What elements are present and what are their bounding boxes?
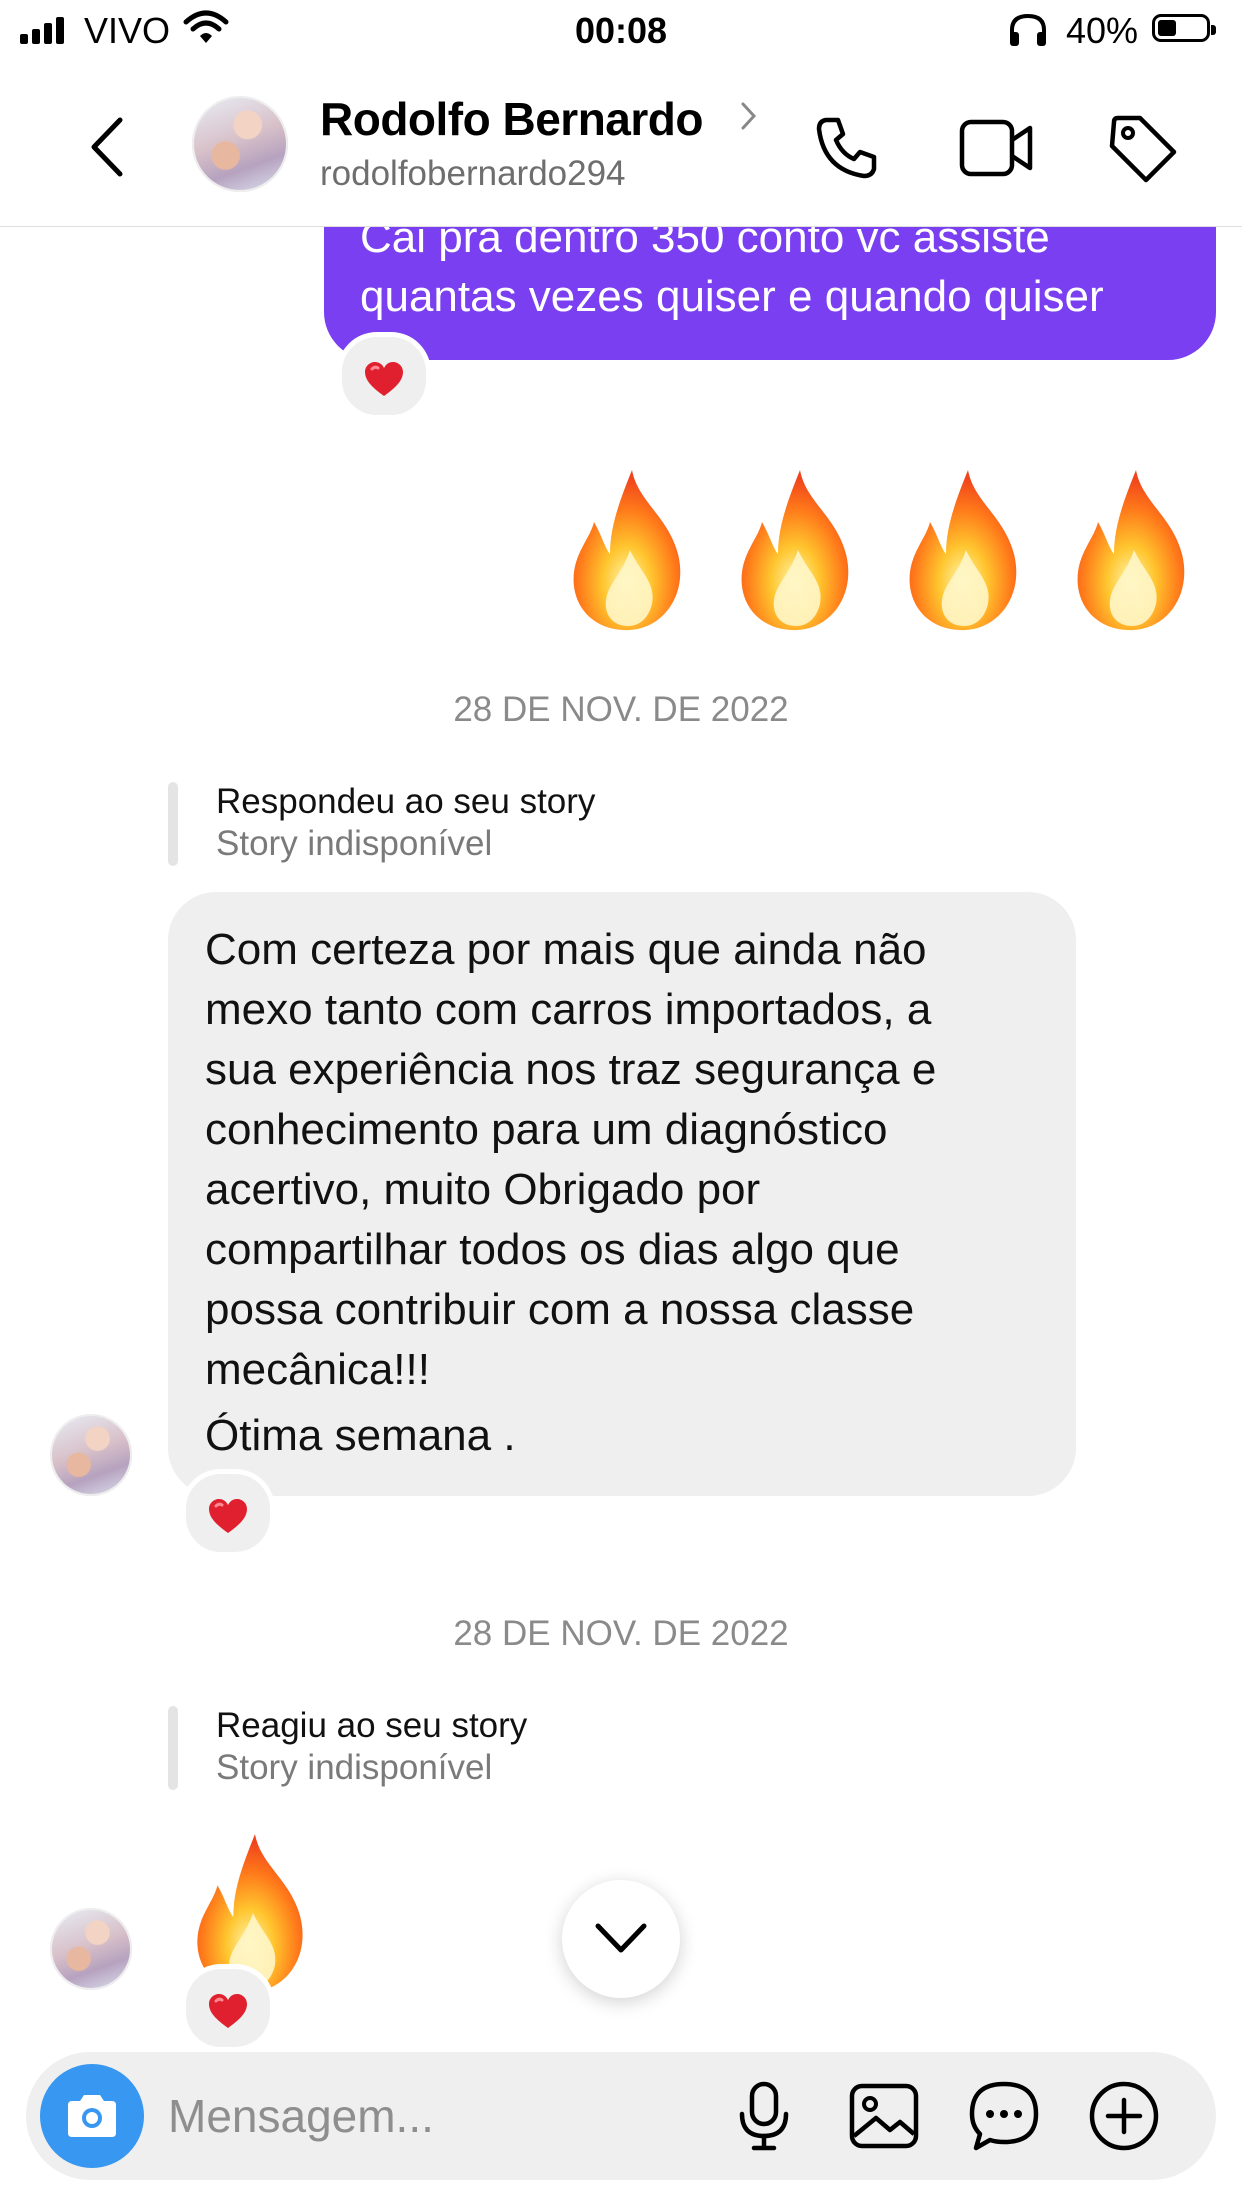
headphones-icon — [1010, 13, 1046, 46]
contact-avatar[interactable] — [192, 96, 288, 192]
fire-emoji — [741, 470, 849, 631]
message-line: compartilhar todos os dias algo que — [205, 1225, 900, 1274]
phone-icon[interactable] — [812, 112, 882, 182]
story-unavailable-label: Story indisponível — [216, 1748, 493, 1787]
plus-icon[interactable] — [1086, 2078, 1162, 2154]
camera-icon — [68, 2095, 116, 2137]
heart-reaction[interactable] — [181, 1469, 275, 1557]
message-line: Com certeza por mais que ainda não — [205, 925, 927, 974]
fire-emoji — [909, 470, 1017, 631]
battery-icon — [1152, 14, 1216, 42]
message-line: Ótima semana . — [205, 1411, 516, 1460]
chat-header: Rodolfo Bernardo rodolfobernardo294 — [0, 62, 1242, 227]
heart-reaction[interactable] — [337, 332, 431, 420]
story-reaction-label: Reagiu ao seu story — [216, 1706, 528, 1745]
incoming-message-bubble[interactable]: Com certeza por mais que ainda não mexo … — [168, 892, 1076, 1496]
sender-avatar[interactable] — [50, 1908, 132, 1990]
message-line: mecânica!!! — [205, 1345, 430, 1394]
scroll-to-bottom-button[interactable] — [562, 1880, 680, 1998]
message-composer — [26, 2052, 1216, 2180]
heart-icon — [209, 1498, 247, 1533]
message-input[interactable] — [168, 2080, 708, 2152]
status-bar: VIVO 00:08 40% — [0, 0, 1242, 62]
heart-icon — [365, 361, 403, 396]
chevron-right-icon[interactable] — [738, 96, 760, 136]
contact-handle[interactable]: rodolfobernardo294 — [320, 154, 626, 194]
sender-avatar[interactable] — [50, 1414, 132, 1496]
sticker-icon[interactable] — [966, 2078, 1042, 2154]
chevron-down-icon — [595, 1923, 647, 1953]
camera-button[interactable] — [40, 2064, 144, 2168]
story-unavailable-label: Story indisponível — [216, 824, 493, 863]
message-line: sua experiência nos traz segurança e — [205, 1045, 937, 1094]
story-reply-label: Respondeu ao seu story — [216, 782, 596, 821]
outgoing-emoji-message[interactable] — [560, 466, 1220, 636]
story-reply-bar — [168, 1706, 178, 1790]
back-icon[interactable] — [80, 112, 140, 182]
video-icon[interactable] — [958, 116, 1034, 180]
message-line: conhecimento para um diagnóstico — [205, 1105, 888, 1154]
date-separator: 28 DE NOV. DE 2022 — [453, 690, 789, 729]
message-line: mexo tanto com carros importados, a — [205, 985, 932, 1034]
tag-icon[interactable] — [1106, 112, 1178, 184]
contact-name[interactable]: Rodolfo Bernardo — [320, 92, 703, 146]
gallery-icon[interactable] — [846, 2078, 922, 2154]
fire-emoji — [1077, 470, 1185, 631]
fire-emoji — [573, 470, 681, 631]
date-separator: 28 DE NOV. DE 2022 — [453, 1614, 789, 1653]
battery-fill — [1158, 20, 1176, 36]
heart-reaction[interactable] — [181, 1964, 275, 2052]
clock: 00:08 — [574, 10, 668, 51]
message-line: acertivo, muito Obrigado por — [205, 1165, 761, 1214]
microphone-icon[interactable] — [726, 2078, 802, 2154]
battery-percentage: 40% — [1066, 10, 1139, 51]
message-line: quantas vezes quiser e quando quiser — [360, 272, 1104, 321]
heart-icon — [209, 1993, 247, 2028]
message-line: possa contribuir com a nossa classe — [205, 1285, 915, 1334]
story-reply-bar — [168, 782, 178, 866]
